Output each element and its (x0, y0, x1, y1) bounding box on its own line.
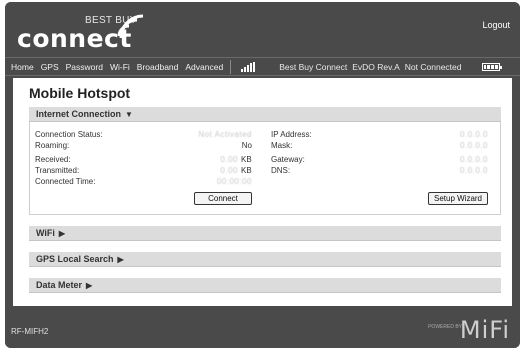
nav-item-gps[interactable]: GPS (41, 62, 59, 72)
value-connected-time: 00:00:00 (216, 177, 252, 186)
value-dns: 0.0.0.0 (460, 166, 488, 175)
network-name: Best Buy Connect (279, 61, 348, 72)
connect-button[interactable]: Connect (194, 192, 252, 205)
mifi-logo: MiFi (459, 316, 510, 344)
value-transmitted: 0.00 (220, 166, 238, 175)
label-roaming: Roaming: (35, 141, 70, 150)
internet-connection-header[interactable]: Internet Connection ▼ (29, 107, 501, 122)
unit-transmitted: KB (241, 166, 252, 175)
value-gateway: 0.0.0.0 (460, 155, 488, 164)
nav-item-password[interactable]: Password (66, 62, 103, 72)
label-connected-time: Connected Time: (35, 177, 96, 186)
device-frame: BEST BUY connect Logout Home GPS Passwor… (5, 2, 520, 348)
label-received: Received: (35, 155, 71, 164)
value-connection-status: Not Activated (198, 130, 252, 139)
label-ip-address: IP Address: (271, 130, 312, 139)
triangle-right-icon: ▶ (58, 229, 66, 238)
best-buy-connect-logo: BEST BUY connect (17, 12, 157, 53)
label-connection-status: Connection Status: (35, 130, 103, 139)
triangle-right-icon: ▶ (86, 281, 93, 290)
powered-by-text: POWERED BY (428, 324, 462, 330)
data-meter-title: Data Meter (36, 280, 83, 290)
logout-link[interactable]: Logout (482, 20, 510, 30)
internet-connection-panel: Connection Status: Not Activated Roaming… (29, 122, 501, 215)
value-received: 0.00 (220, 155, 238, 164)
model-number: RF-MIFH2 (11, 327, 49, 336)
triangle-right-icon: ▶ (117, 255, 124, 264)
nav-bar: Home GPS Password Wi-Fi Broadband Advanc… (5, 57, 520, 76)
main-content: Mobile Hotspot Internet Connection ▼ Conn… (13, 78, 512, 306)
wifi-section-header[interactable]: WiFi ▶ (29, 226, 501, 241)
internet-connection-title: Internet Connection (36, 109, 121, 119)
logo-connect-text: connect (17, 24, 132, 53)
network-technology: EvDO Rev.A (352, 61, 400, 72)
gps-local-search-header[interactable]: GPS Local Search ▶ (29, 252, 501, 267)
footer: RF-MIFH2 POWERED BY MiFi (5, 308, 520, 348)
battery-icon (481, 62, 502, 71)
gps-local-search-title: GPS Local Search (36, 254, 114, 264)
signal-strength-icon (241, 61, 256, 72)
label-dns: DNS: (271, 166, 291, 175)
value-mask: 0.0.0.0 (460, 141, 488, 150)
nav-item-wifi[interactable]: Wi-Fi (110, 62, 130, 72)
header: BEST BUY connect Logout (5, 2, 520, 54)
nav-divider (230, 59, 232, 74)
nav-item-advanced[interactable]: Advanced (185, 62, 223, 72)
label-transmitted: Transmitted: (35, 166, 80, 175)
wifi-section-title: WiFi (36, 228, 55, 238)
setup-wizard-button[interactable]: Setup Wizard (428, 192, 488, 205)
value-roaming: No (241, 141, 252, 150)
unit-received: KB (241, 155, 252, 164)
label-gateway: Gateway: (271, 155, 305, 164)
connection-state: Not Connected (404, 61, 462, 72)
triangle-down-icon: ▼ (125, 110, 133, 119)
value-ip-address: 0.0.0.0 (460, 130, 488, 139)
page-title: Mobile Hotspot (29, 85, 131, 101)
data-meter-header[interactable]: Data Meter ▶ (29, 278, 501, 293)
label-mask: Mask: (271, 141, 293, 150)
nav-item-broadband[interactable]: Broadband (137, 62, 179, 72)
nav-item-home[interactable]: Home (11, 62, 34, 72)
